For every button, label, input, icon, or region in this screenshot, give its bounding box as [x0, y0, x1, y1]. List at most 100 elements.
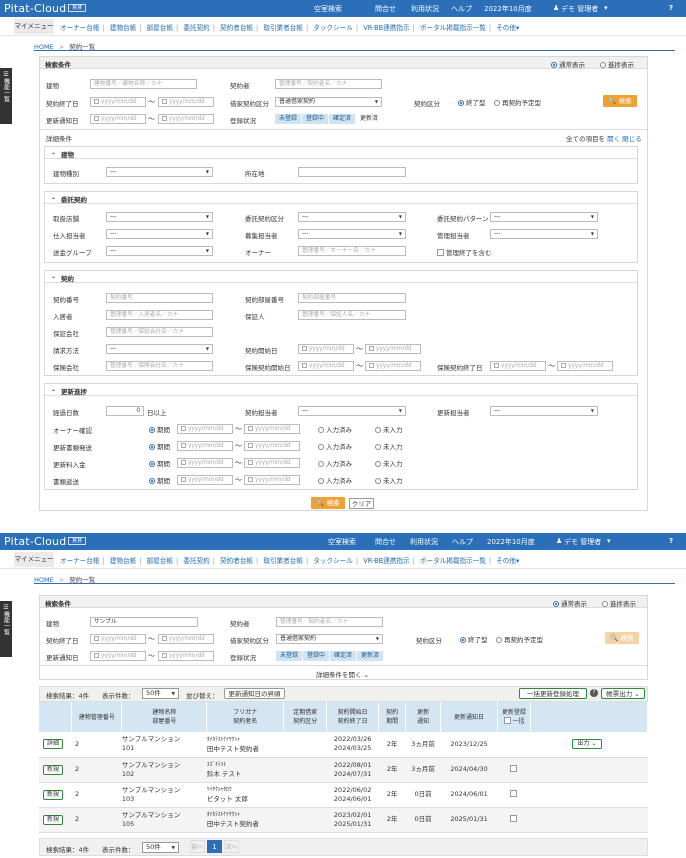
menu-contractor-ledger[interactable]: 契約者台帳 — [220, 24, 253, 32]
row-register-checkbox[interactable] — [509, 765, 517, 772]
notice-date-from[interactable]: yyyy/mm/dd — [90, 114, 146, 124]
consign-type-select[interactable]: --- — [298, 212, 406, 222]
ins-start-from[interactable]: yyyy/mm/dd — [298, 361, 354, 371]
user-menu[interactable]: デモ 管理者 — [561, 4, 598, 14]
renewal-period-radio[interactable]: 期間 — [149, 475, 170, 485]
notice-date-from[interactable]: yyyy/mm/dd — [90, 651, 146, 661]
tab-my-menu[interactable]: マイメニュー — [14, 552, 54, 567]
status-renewed[interactable]: 更新済 — [356, 114, 382, 124]
end-date-to[interactable]: yyyy/mm/dd — [158, 634, 214, 644]
contract-type-renew-radio[interactable]: 再契約予定型 — [494, 97, 541, 107]
detail-building-header[interactable]: ⌃ 建物 — [45, 147, 637, 159]
renewal-entered-radio[interactable]: 入力済み — [318, 458, 352, 468]
detail-contract-header[interactable]: ⌃ 契約 — [45, 271, 637, 283]
mode-normal-radio[interactable]: 通常表示 — [553, 598, 587, 608]
detail-renewal-header[interactable]: ⌃ 更新進捗 — [45, 384, 637, 396]
status-registering[interactable]: 登録中 — [302, 114, 329, 124]
nav-help[interactable]: ヘルプ — [451, 4, 472, 14]
renewal-date-to[interactable]: yyyy/mm/dd — [244, 458, 300, 468]
room-no-input[interactable]: 契約部屋番号 — [298, 293, 406, 303]
pager-next[interactable]: 次へ — [224, 840, 239, 853]
renewal-mgr-select[interactable]: --- — [490, 406, 598, 416]
row-status-button[interactable]: 詳細 — [43, 739, 64, 750]
renewal-entered-radio[interactable]: 入力済み — [318, 441, 352, 451]
period-selector[interactable]: 2022年10月度 — [487, 537, 535, 547]
remit-select[interactable]: --- — [106, 246, 213, 256]
menu-room-ledger[interactable]: 部屋台帳 — [147, 24, 173, 32]
row-register-checkbox[interactable] — [509, 815, 517, 822]
ins-end-from[interactable]: yyyy/mm/dd — [490, 361, 546, 371]
contract-mgr-select[interactable]: --- — [298, 406, 406, 416]
contract-type-renew-radio[interactable]: 再契約予定型 — [496, 634, 543, 644]
ins-start-to[interactable]: yyyy/mm/dd — [365, 361, 421, 371]
menu-owner-ledger[interactable]: オーナー台帳 — [60, 24, 100, 32]
contract-type-end-radio[interactable]: 終了型 — [460, 634, 488, 644]
search-button[interactable]: 🔍 検索 — [605, 632, 639, 644]
menu-room-ledger[interactable]: 部屋台帳 — [147, 557, 173, 565]
status-renewed[interactable]: 更新済 — [357, 651, 384, 661]
insurer-input[interactable]: 管理番号／保険会社名／カナ — [106, 361, 213, 371]
nav-inquiry[interactable]: 問合せ — [375, 537, 396, 547]
lease-type-select[interactable]: 普通借家契約 — [275, 97, 382, 107]
menu-other[interactable]: その他▾ — [496, 557, 519, 565]
side-function-tab[interactable]: ☰ 機能一覧 — [0, 601, 12, 657]
nav-vacancy-search[interactable]: 空室検索 — [328, 537, 356, 547]
menu-tack-seal[interactable]: タックシール — [313, 557, 353, 565]
contract-type-end-radio[interactable]: 終了型 — [458, 97, 486, 107]
menu-other[interactable]: その他▾ — [496, 24, 519, 32]
renewal-date-to[interactable]: yyyy/mm/dd — [244, 424, 300, 434]
menu-vrbb[interactable]: VR-BB連携指示 — [363, 24, 409, 32]
manager-select[interactable]: --- — [490, 229, 598, 239]
ins-end-to[interactable]: yyyy/mm/dd — [557, 361, 613, 371]
buyer-select[interactable]: --- — [106, 229, 213, 239]
menu-building-ledger[interactable]: 建物台帳 — [110, 24, 136, 32]
renewal-not-entered-radio[interactable]: 未入力 — [375, 458, 403, 468]
renewal-period-radio[interactable]: 期間 — [149, 458, 170, 468]
brand-logo[interactable]: Pitat-Cloud — [4, 2, 66, 15]
billing-select[interactable]: --- — [106, 344, 213, 354]
renewal-date-to[interactable]: yyyy/mm/dd — [244, 441, 300, 451]
nav-usage[interactable]: 利用状況 — [411, 4, 439, 14]
contractor-input[interactable]: 管理番号／契約者名／カナ — [275, 79, 382, 89]
menu-vendor-ledger[interactable]: 取引業者台帳 — [263, 557, 303, 565]
detail-consign-header[interactable]: ⌃ 委託契約 — [45, 192, 637, 204]
period-selector[interactable]: 2022年10月度 — [484, 4, 532, 14]
contract-no-input[interactable]: 契約番号 — [106, 293, 213, 303]
start-date-from[interactable]: yyyy/mm/dd — [298, 344, 354, 354]
row-register-checkbox[interactable] — [509, 790, 517, 797]
row-status-button[interactable]: 新規 — [43, 814, 64, 825]
menu-contractor-ledger[interactable]: 契約者台帳 — [220, 557, 253, 565]
store-select[interactable]: --- — [106, 212, 213, 222]
menu-consign-contract[interactable]: 委託契約 — [183, 24, 209, 32]
nav-inquiry[interactable]: 問合せ — [375, 4, 396, 14]
row-status-button[interactable]: 新規 — [43, 789, 64, 800]
renewal-period-radio[interactable]: 期間 — [149, 424, 170, 434]
renewal-date-from[interactable]: yyyy/mm/dd — [177, 424, 233, 434]
renewal-date-from[interactable]: yyyy/mm/dd — [177, 441, 233, 451]
status-unregistered[interactable]: 未登録 — [275, 114, 302, 124]
pattern-select[interactable]: --- — [490, 212, 598, 222]
per-page-select-footer[interactable]: 50件 — [142, 842, 179, 853]
status-unregistered[interactable]: 未登録 — [276, 651, 303, 661]
status-registering[interactable]: 登録中 — [303, 651, 330, 661]
bulk-select-checkbox[interactable] — [503, 717, 511, 724]
owner-input[interactable]: 管理番号／オーナー名／カナ — [298, 246, 406, 256]
bulk-renewal-button[interactable]: 一括更新登録処理 — [519, 688, 587, 699]
renewal-date-from[interactable]: yyyy/mm/dd — [177, 475, 233, 485]
renewal-date-to[interactable]: yyyy/mm/dd — [244, 475, 300, 485]
tab-my-menu[interactable]: マイメニュー — [14, 19, 54, 34]
location-input[interactable] — [298, 167, 406, 177]
pager-prev[interactable]: 前へ — [190, 840, 205, 853]
renewal-not-entered-radio[interactable]: 未入力 — [375, 424, 403, 434]
guarantor-input[interactable]: 管理番号／保証人名／カナ — [298, 310, 406, 320]
renewal-not-entered-radio[interactable]: 未入力 — [375, 441, 403, 451]
notice-date-to[interactable]: yyyy/mm/dd — [158, 114, 214, 124]
end-date-from[interactable]: yyyy/mm/dd — [90, 97, 146, 107]
renewal-entered-radio[interactable]: 入力済み — [318, 424, 352, 434]
menu-vrbb[interactable]: VR-BB連携指示 — [363, 557, 409, 565]
end-date-from[interactable]: yyyy/mm/dd — [90, 634, 146, 644]
building-type-select[interactable]: --- — [106, 167, 213, 177]
chevron-down-icon[interactable]: ▾ — [604, 4, 608, 12]
sort-button[interactable]: 更新通知日の昇順 — [224, 688, 285, 699]
export-button[interactable]: 帳票出力 ⌄ — [601, 688, 645, 699]
